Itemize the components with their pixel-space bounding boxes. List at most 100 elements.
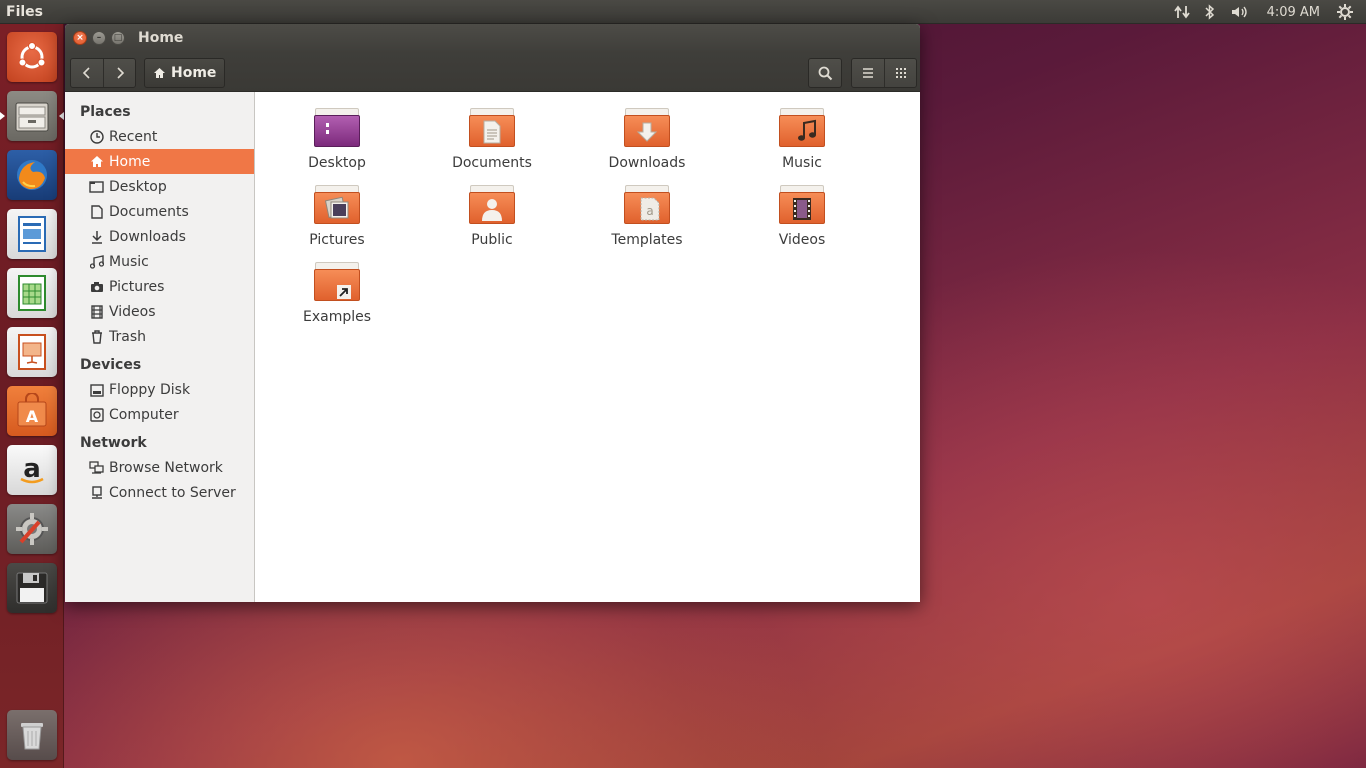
launcher: A a [0,24,64,768]
file-view[interactable]: Desktop Documents Downloads Music Pictur… [255,92,920,602]
sidebar: Places Recent Home Desktop Documents Dow… [65,92,255,602]
download-icon [89,229,104,244]
sidebar-item-downloads[interactable]: Downloads [65,224,254,249]
file-label: Templates [611,232,683,248]
sidebar-item-connect-to-server[interactable]: Connect to Server [65,480,254,505]
sidebar-item-label: Recent [109,128,158,145]
home-icon [154,68,165,78]
folder-examples[interactable]: Examples [282,261,392,325]
files-window: × – □ Home Home Places Recent Home Deskt… [65,24,920,602]
network-heading: Network [80,435,147,451]
camera-icon [89,279,104,294]
back-button[interactable] [71,59,103,87]
file-label: Downloads [608,155,686,171]
sidebar-item-label: Trash [109,328,146,345]
window-titlebar[interactable]: × – □ Home [65,24,920,53]
folder-templates[interactable]: a Templates [592,184,702,248]
sidebar-item-label: Desktop [109,178,167,195]
sidebar-item-documents[interactable]: Documents [65,199,254,224]
svg-text:a: a [646,204,653,218]
network-icon [89,460,104,475]
documents-folder-icon [468,107,516,151]
sidebar-item-desktop[interactable]: Desktop [65,174,254,199]
firefox-icon[interactable] [7,150,57,200]
sidebar-item-home[interactable]: Home [65,149,254,174]
file-label: Music [782,155,822,171]
sidebar-item-videos[interactable]: Videos [65,299,254,324]
window-maximize-button[interactable]: □ [111,31,125,45]
writer-icon[interactable] [7,209,57,259]
folder-music[interactable]: Music [747,107,857,171]
calc-icon[interactable] [7,268,57,318]
examples-folder-icon [313,261,361,305]
toolbar: Home [65,53,920,92]
search-icon [818,66,832,80]
minimize-icon: – [96,33,102,43]
sidebar-item-recent[interactable]: Recent [65,124,254,149]
folder-documents[interactable]: Documents [437,107,547,171]
sidebar-item-label: Music [109,253,149,270]
sidebar-item-label: Downloads [109,228,186,245]
file-label: Pictures [309,232,365,248]
forward-button[interactable] [103,59,135,87]
public-folder-icon [468,184,516,228]
home-icon [89,154,104,169]
amazon-icon[interactable]: a [7,445,57,495]
path-bar-home-button[interactable]: Home [144,58,226,88]
videos-folder-icon [778,184,826,228]
trash-icon[interactable] [7,710,57,760]
top-panel: Files 4:09 AM [0,0,1366,24]
sidebar-item-floppy-disk[interactable]: Floppy Disk [65,377,254,402]
volume-icon[interactable] [1223,0,1257,24]
file-label: Videos [778,232,826,248]
grid-icon [895,68,906,78]
sidebar-item-browse-network[interactable]: Browse Network [65,455,254,480]
close-icon: × [76,33,84,43]
sidebar-item-trash[interactable]: Trash [65,324,254,349]
ubuntu-dash-icon[interactable] [7,32,57,82]
software-center-icon[interactable]: A [7,386,57,436]
sidebar-item-label: Home [109,153,151,170]
svg-text:A: A [26,407,39,426]
folder-desktop[interactable]: Desktop [282,107,392,171]
desktop-folder-icon [89,179,104,194]
list-view-button[interactable] [852,59,884,87]
chevron-left-icon [82,67,90,79]
sidebar-item-label: Documents [109,203,189,220]
film-icon [89,304,104,319]
window-close-button[interactable]: × [73,31,87,45]
clock-icon [89,129,104,144]
files-app-icon[interactable] [7,91,57,141]
clock[interactable]: 4:09 AM [1257,5,1330,20]
music-folder-icon [778,107,826,151]
search-button[interactable] [809,59,841,87]
sidebar-item-computer[interactable]: Computer [65,402,254,427]
file-label: Documents [452,155,532,171]
network-transfer-icon[interactable] [1167,0,1197,24]
impress-icon[interactable] [7,327,57,377]
folder-videos[interactable]: Videos [747,184,857,248]
file-label: Examples [302,309,372,325]
folder-pictures[interactable]: Pictures [282,184,392,248]
sidebar-item-label: Pictures [109,278,165,295]
grid-view-button[interactable] [884,59,916,87]
settings-gear-icon[interactable] [1330,0,1360,24]
system-settings-icon[interactable] [7,504,57,554]
downloads-folder-icon [623,107,671,151]
path-bar-label: Home [171,65,217,81]
sidebar-item-pictures[interactable]: Pictures [65,274,254,299]
sidebar-item-label: Videos [109,303,156,320]
floppy-icon[interactable] [7,563,57,613]
music-icon [89,254,104,269]
folder-downloads[interactable]: Downloads [592,107,702,171]
folder-public[interactable]: Public [437,184,547,248]
bluetooth-icon[interactable] [1197,0,1223,24]
window-title: Home [138,30,184,46]
sidebar-item-label: Connect to Server [109,484,236,501]
trash-icon [89,329,104,344]
sidebar-item-label: Browse Network [109,459,223,476]
document-icon [89,204,104,219]
window-minimize-button[interactable]: – [92,31,106,45]
sidebar-item-music[interactable]: Music [65,249,254,274]
harddisk-icon [89,407,104,422]
